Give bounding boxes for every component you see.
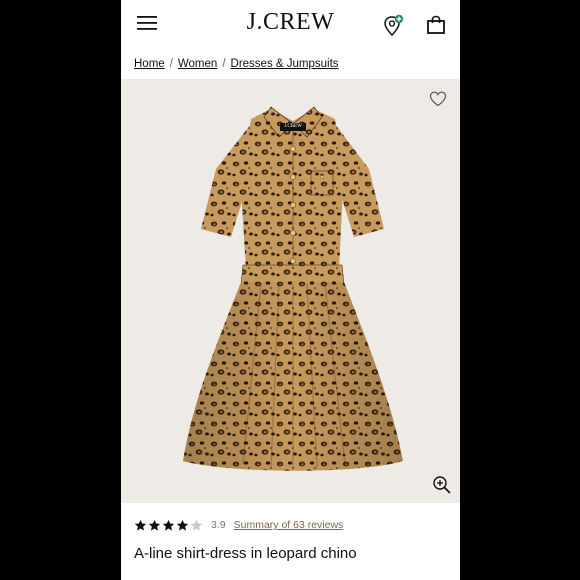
zoom-in-icon[interactable] [432, 475, 452, 495]
heart-icon[interactable] [429, 91, 447, 107]
site-header: J.CREW [121, 0, 460, 52]
breadcrumb-women[interactable]: Women [178, 58, 217, 70]
mobile-page: J.CREW Home / Women / Dresses & Jumpsuits [121, 0, 460, 580]
breadcrumb-separator: / [169, 58, 173, 70]
dress-photo [183, 106, 403, 471]
star-full-icon [162, 519, 175, 531]
brand-logo[interactable]: J.CREW [121, 9, 460, 36]
rating-stars [134, 519, 203, 532]
breadcrumb-dresses-jumpsuits[interactable]: Dresses & Jumpsuits [231, 58, 339, 70]
store-locator-icon[interactable] [381, 14, 405, 38]
star-full-icon [148, 519, 161, 531]
star-empty-icon [190, 519, 203, 531]
shopping-bag-icon[interactable] [426, 15, 446, 35]
product-rating: 3.9 Summary of 63 reviews [134, 516, 343, 534]
reviews-summary-link[interactable]: Summary of 63 reviews [234, 519, 344, 531]
product-title: A-line shirt-dress in leopard chino [134, 545, 357, 562]
breadcrumb-home[interactable]: Home [134, 58, 165, 70]
rating-value: 3.9 [211, 519, 226, 531]
star-full-icon [176, 519, 189, 531]
product-image[interactable]: J.CREW [121, 79, 460, 503]
star-full-icon [134, 519, 147, 531]
breadcrumb-separator: / [222, 58, 226, 70]
garment-label-text: J.CREW [284, 124, 302, 129]
breadcrumb: Home / Women / Dresses & Jumpsuits [134, 58, 339, 70]
